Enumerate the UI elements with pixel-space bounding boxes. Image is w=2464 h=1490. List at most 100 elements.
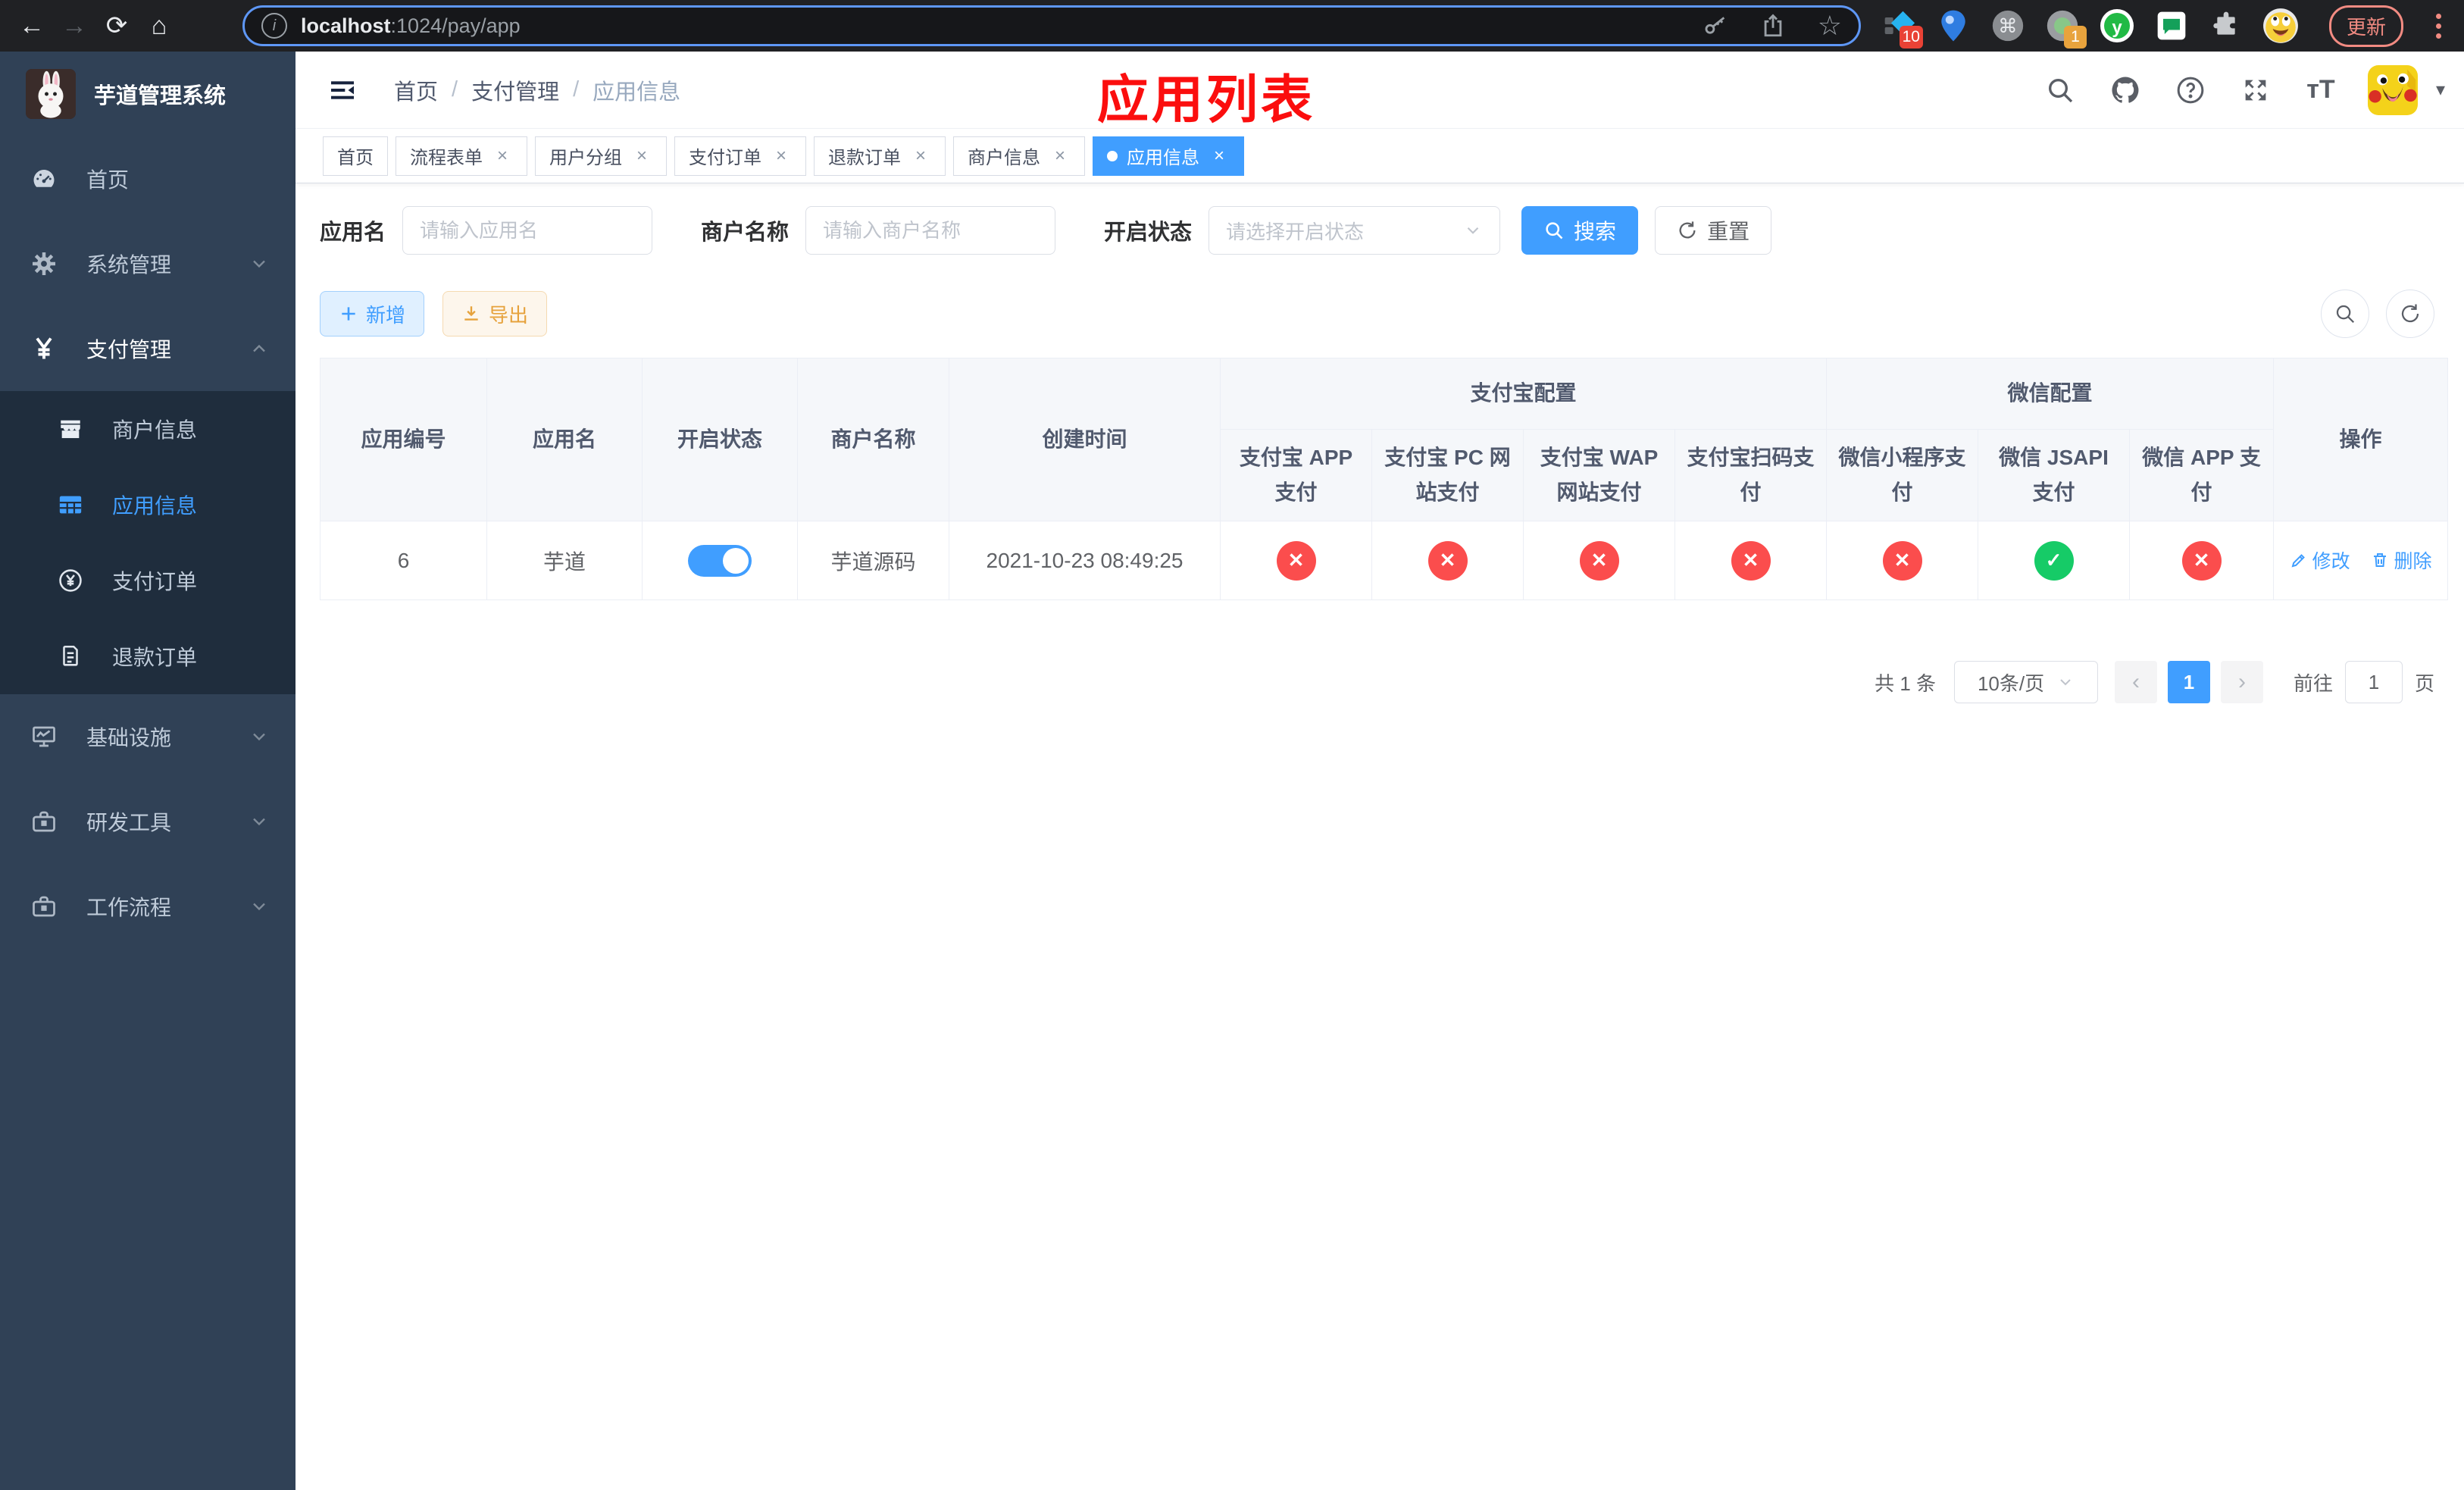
- breadcrumb: 首页 / 支付管理 / 应用信息: [394, 74, 680, 106]
- password-key-icon[interactable]: [1703, 13, 1728, 39]
- extension-balloon-icon[interactable]: [1934, 6, 1973, 45]
- sidebar-item-app-info[interactable]: 应用信息: [0, 467, 295, 543]
- export-button[interactable]: 导出: [442, 291, 548, 337]
- goto-page-input[interactable]: [2345, 661, 2403, 704]
- sidebar-item-payment[interactable]: 支付管理: [0, 306, 295, 391]
- extension-chat-icon[interactable]: [2152, 6, 2191, 45]
- extension-area: 10 ⌘ 1 y 更新: [1879, 5, 2453, 49]
- font-size-icon[interactable]: тT: [2303, 72, 2339, 108]
- close-icon[interactable]: ×: [1049, 146, 1071, 167]
- breadcrumb-section[interactable]: 支付管理: [471, 74, 559, 106]
- app-logo-row[interactable]: 芋道管理系统: [0, 52, 295, 136]
- sidebar-item-home[interactable]: 首页: [0, 136, 295, 221]
- breadcrumb-home[interactable]: 首页: [394, 74, 438, 106]
- sidebar-item-pay-orders[interactable]: 支付订单: [0, 543, 295, 618]
- tags-view-bar: 首页 流程表单 × 用户分组 × 支付订单 × 退款订单 × 商户信息 × 应用…: [295, 129, 2464, 183]
- extension-command-icon[interactable]: ⌘: [1988, 6, 2028, 45]
- tag-label: 商户信息: [968, 148, 1040, 168]
- bookmark-star-icon[interactable]: ☆: [1818, 10, 1842, 42]
- page-1-button[interactable]: 1: [2168, 661, 2211, 704]
- tag-label: 退款订单: [828, 148, 901, 168]
- browser-reload-button[interactable]: ⟳: [95, 5, 138, 47]
- extension-recorder-icon[interactable]: 1: [2043, 6, 2087, 49]
- toggle-knob: [723, 547, 749, 574]
- tag-app-info-active[interactable]: 应用信息 ×: [1093, 136, 1244, 176]
- cell-status: [642, 521, 798, 601]
- sidebar-collapse-icon[interactable]: [321, 69, 364, 111]
- briefcase-icon: [30, 893, 58, 920]
- edit-link[interactable]: 修改: [2290, 546, 2350, 574]
- search-icon: [1543, 220, 1565, 241]
- status-cross-icon: ✕: [1579, 540, 1619, 581]
- add-button[interactable]: 新增: [320, 291, 425, 337]
- col-alipay-qr: 支付宝扫码支付: [1674, 428, 1828, 522]
- sidebar-item-refund-orders[interactable]: 退款订单: [0, 618, 295, 694]
- col-status: 开启状态: [642, 357, 798, 522]
- browser-update-button[interactable]: 更新: [2328, 5, 2403, 47]
- reset-button[interactable]: 重置: [1655, 206, 1772, 255]
- url-host: localhost: [301, 14, 391, 37]
- cell-alipay-pc: ✕: [1371, 521, 1524, 601]
- browser-back-button[interactable]: ←: [11, 5, 53, 47]
- address-bar[interactable]: i localhost:1024/pay/app ☆: [242, 5, 1861, 46]
- next-page-button[interactable]: ›: [2221, 661, 2264, 704]
- total-count: 共 1 条: [1875, 671, 1937, 695]
- avatar-caret-icon[interactable]: ▾: [2436, 79, 2445, 101]
- prev-page-button[interactable]: ‹: [2115, 661, 2158, 704]
- status-select[interactable]: 请选择开启状态: [1209, 206, 1501, 255]
- help-icon[interactable]: [2172, 72, 2209, 108]
- github-icon[interactable]: [2107, 72, 2143, 108]
- sidebar-item-merchant-info[interactable]: 商户信息: [0, 391, 295, 467]
- breadcrumb-separator: /: [452, 77, 458, 102]
- gear-icon: [30, 250, 58, 277]
- profile-emoji-avatar[interactable]: [2261, 6, 2300, 45]
- chevron-left-icon: ‹: [2132, 669, 2140, 695]
- sidebar-item-dev-tools[interactable]: 研发工具: [0, 779, 295, 864]
- extension-diamond-icon[interactable]: 10: [1879, 6, 1923, 49]
- extension-y-icon[interactable]: y: [2097, 6, 2137, 45]
- app-name-input[interactable]: [402, 206, 653, 255]
- close-icon[interactable]: ×: [1209, 146, 1230, 167]
- top-navbar: 首页 / 支付管理 / 应用信息 应用列表 тT ▾: [295, 52, 2464, 129]
- tag-pay-orders[interactable]: 支付订单 ×: [674, 136, 806, 176]
- sidebar-item-label: 系统管理: [86, 253, 172, 277]
- page-size-select[interactable]: 10条/页: [1954, 661, 2099, 704]
- tag-process-form[interactable]: 流程表单 ×: [396, 136, 527, 176]
- tag-home[interactable]: 首页: [323, 136, 388, 176]
- merchant-name-input[interactable]: [805, 206, 1056, 255]
- site-info-icon[interactable]: i: [261, 13, 287, 39]
- toggle-search-button[interactable]: [2321, 290, 2370, 338]
- sidebar-item-infrastructure[interactable]: 基础设施: [0, 694, 295, 779]
- status-cross-icon: ✕: [2181, 540, 2222, 581]
- status-toggle[interactable]: [688, 544, 752, 577]
- fullscreen-icon[interactable]: [2237, 72, 2274, 108]
- tag-merchant-info[interactable]: 商户信息 ×: [953, 136, 1085, 176]
- header-search-icon[interactable]: [2042, 72, 2078, 108]
- active-dot-icon: [1107, 150, 1118, 161]
- chevron-down-icon: [249, 726, 270, 747]
- plus-icon: [339, 304, 358, 324]
- tag-user-group[interactable]: 用户分组 ×: [535, 136, 667, 176]
- sidebar-item-system[interactable]: 系统管理: [0, 221, 295, 306]
- search-button[interactable]: 搜索: [1521, 206, 1639, 255]
- chevron-down-icon: [249, 253, 270, 274]
- user-avatar[interactable]: [2368, 64, 2418, 115]
- reset-button-label: 重置: [1707, 220, 1750, 243]
- tag-refund-orders[interactable]: 退款订单 ×: [814, 136, 946, 176]
- delete-link[interactable]: 删除: [2371, 546, 2431, 574]
- browser-forward-button[interactable]: →: [53, 5, 95, 47]
- share-icon[interactable]: [1760, 13, 1786, 39]
- extensions-puzzle-icon[interactable]: [2206, 6, 2246, 45]
- close-icon[interactable]: ×: [492, 146, 513, 167]
- sidebar-item-workflow[interactable]: 工作流程: [0, 864, 295, 949]
- browser-home-button[interactable]: ⌂: [138, 5, 180, 47]
- browser-menu-kebab-icon[interactable]: [2423, 6, 2453, 45]
- tag-label: 流程表单: [410, 148, 483, 168]
- close-icon[interactable]: ×: [910, 146, 931, 167]
- refresh-table-button[interactable]: [2386, 290, 2435, 338]
- close-icon[interactable]: ×: [631, 146, 652, 167]
- cell-alipay-wap: ✕: [1523, 521, 1675, 601]
- close-icon[interactable]: ×: [771, 146, 792, 167]
- app-table: 应用编号 应用名 开启状态 商户名称 创建时间 支付宝配置 微信配置 操作 支付…: [320, 357, 2449, 601]
- sidebar-item-label: 支付管理: [86, 338, 172, 362]
